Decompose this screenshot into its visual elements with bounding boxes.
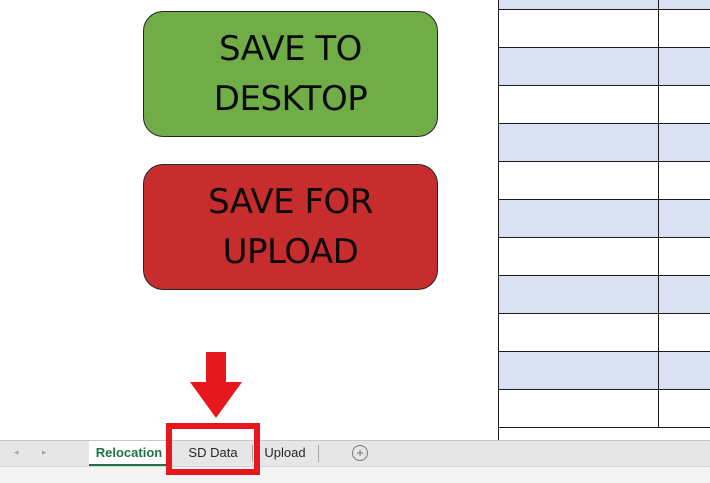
table-row[interactable]: [499, 10, 710, 48]
table-row[interactable]: [499, 0, 710, 10]
column-divider: [658, 276, 659, 313]
column-divider: [658, 48, 659, 85]
table-row[interactable]: [499, 238, 710, 276]
tab-divider: [252, 445, 253, 462]
table-row[interactable]: [499, 162, 710, 200]
save-for-upload-button[interactable]: SAVE FOR UPLOAD: [143, 164, 438, 290]
previous-sheet-icon[interactable]: ◂: [14, 447, 19, 458]
tab-divider: [318, 445, 319, 462]
column-divider: [658, 314, 659, 351]
column-divider: [658, 238, 659, 275]
next-sheet-icon[interactable]: ▸: [42, 447, 47, 458]
table-row[interactable]: [499, 390, 710, 428]
column-divider: [658, 124, 659, 161]
table-row[interactable]: [499, 124, 710, 162]
table-row[interactable]: [499, 86, 710, 124]
table-row[interactable]: [499, 200, 710, 238]
worksheet-canvas: SAVE TO DESKTOP SAVE FOR UPLOAD: [0, 0, 710, 440]
table-row[interactable]: [499, 352, 710, 390]
column-divider: [658, 390, 659, 427]
save-to-desktop-label: SAVE TO DESKTOP: [213, 29, 368, 119]
add-sheet-icon[interactable]: +: [352, 445, 368, 461]
column-divider: [658, 352, 659, 389]
save-for-upload-label: SAVE FOR UPLOAD: [208, 182, 373, 272]
column-divider: [658, 0, 659, 9]
column-divider: [658, 162, 659, 199]
tab-upload[interactable]: Upload: [256, 441, 314, 466]
save-to-desktop-button[interactable]: SAVE TO DESKTOP: [143, 11, 438, 137]
column-divider: [658, 200, 659, 237]
table-row[interactable]: [499, 314, 710, 352]
table-row[interactable]: [499, 48, 710, 86]
sheet-tab-bar: ◂ ▸ Relocation SD Data Upload +: [0, 440, 710, 466]
data-table-grid: [498, 0, 710, 440]
table-row[interactable]: [499, 276, 710, 314]
tab-relocation[interactable]: Relocation: [89, 441, 169, 466]
down-arrow-icon: [190, 352, 242, 418]
tab-sd-data[interactable]: SD Data: [176, 441, 250, 466]
column-divider: [658, 10, 659, 47]
column-divider: [658, 86, 659, 123]
status-bar: [0, 466, 710, 483]
